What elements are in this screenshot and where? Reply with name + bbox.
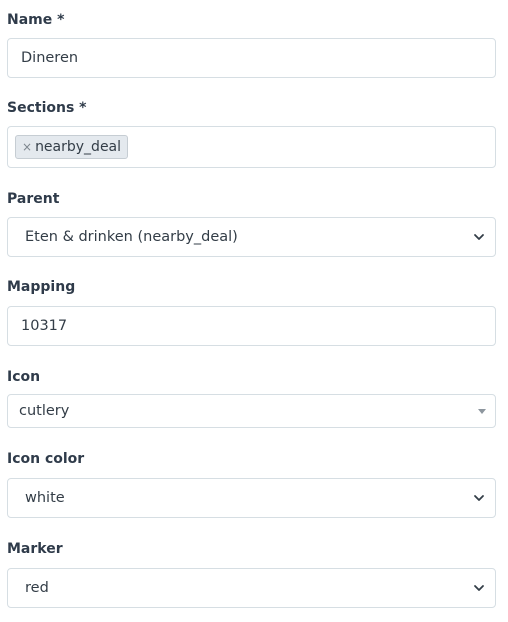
chevron-down-icon [474, 234, 484, 240]
mapping-label: Mapping [7, 279, 76, 295]
icon-select[interactable]: cutlery [7, 394, 496, 428]
sections-label: Sections * [7, 100, 87, 116]
marker-select[interactable]: red [7, 568, 496, 608]
name-input-value: Dineren [21, 50, 79, 66]
sections-multiselect[interactable]: × nearby_deal [7, 126, 496, 168]
icon-label: Icon [7, 369, 41, 385]
tag-remove-icon[interactable]: × [22, 141, 32, 153]
parent-select-value: Eten & drinken (nearby_deal) [25, 229, 238, 245]
mapping-input[interactable]: 10317 [7, 306, 496, 346]
section-tag: × nearby_deal [15, 135, 129, 159]
dropdown-arrow-icon [478, 409, 486, 414]
name-label: Name * [7, 12, 65, 28]
icon-color-select-value: white [25, 490, 65, 506]
name-input[interactable]: Dineren [7, 38, 496, 78]
marker-select-value: red [25, 580, 49, 596]
parent-label: Parent [7, 191, 60, 207]
parent-select[interactable]: Eten & drinken (nearby_deal) [7, 217, 496, 257]
mapping-input-value: 10317 [21, 318, 68, 334]
chevron-down-icon [474, 585, 484, 591]
icon-select-value: cutlery [19, 403, 70, 419]
icon-color-label: Icon color [7, 451, 85, 467]
icon-color-select[interactable]: white [7, 478, 496, 518]
section-tag-label: nearby_deal [35, 139, 122, 155]
chevron-down-icon [474, 495, 484, 501]
marker-label: Marker [7, 541, 63, 557]
